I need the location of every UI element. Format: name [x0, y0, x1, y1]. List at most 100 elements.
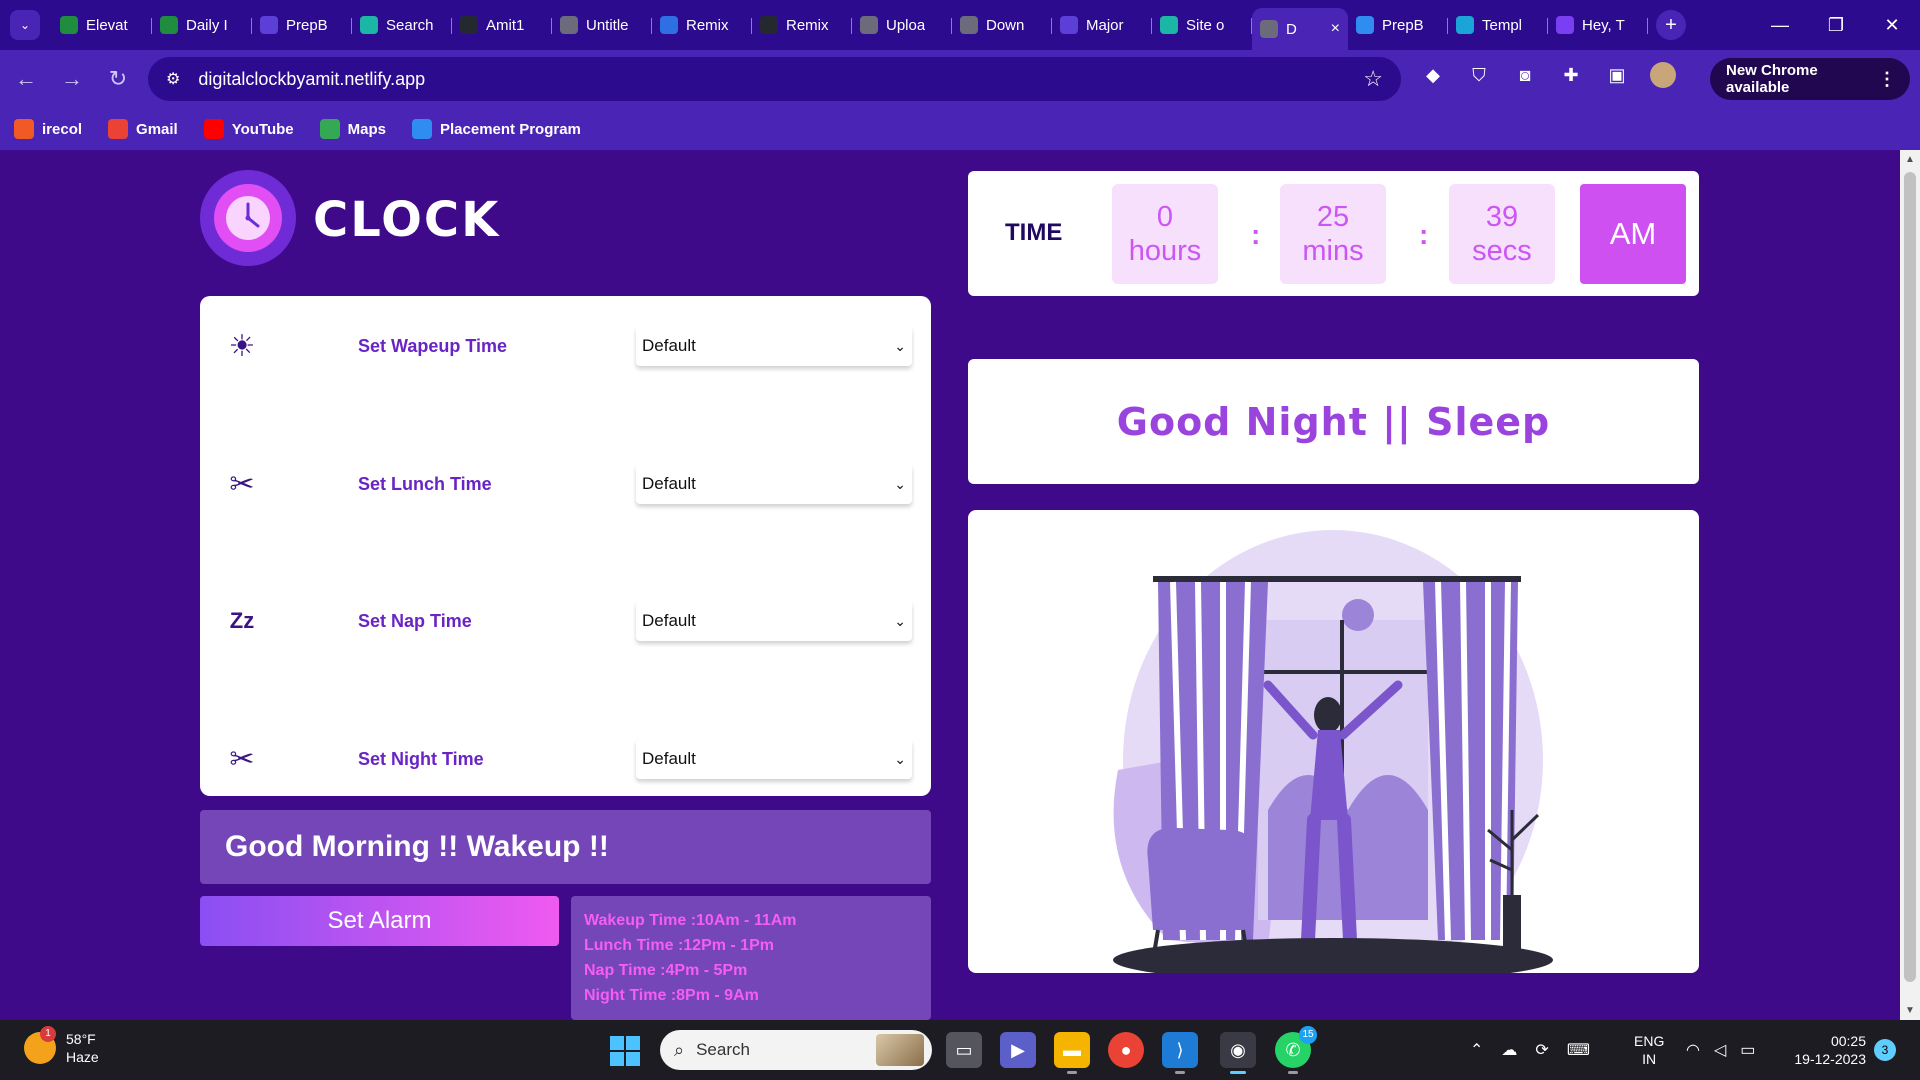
vscode-icon[interactable]: ⟩	[1162, 1032, 1198, 1074]
clock-time: 00:25	[1830, 1033, 1866, 1049]
tab[interactable]: Daily I	[152, 6, 252, 44]
hours-box: 0 hours	[1112, 184, 1218, 284]
taskbar-search[interactable]: ⌕ Search	[660, 1030, 932, 1070]
scroll-up-icon[interactable]: ▲	[1900, 154, 1920, 165]
tab[interactable]: Hey, T	[1548, 6, 1648, 44]
tab-active[interactable]: D ×	[1252, 8, 1348, 50]
scrollbar-thumb[interactable]	[1904, 172, 1916, 982]
tab[interactable]: Untitle	[552, 6, 652, 44]
windows-start-icon[interactable]	[610, 1036, 640, 1066]
wakeup-time-select[interactable]: Default ⌄	[636, 326, 912, 366]
gmail-icon	[108, 119, 129, 139]
tab-label: Hey, T	[1582, 16, 1625, 34]
close-window-button[interactable]: ✕	[1864, 0, 1920, 50]
language-indicator[interactable]: ENG IN	[1634, 1032, 1664, 1068]
time-separator: :	[1419, 219, 1429, 250]
search-label: Search	[696, 1040, 750, 1059]
bookmark-label: YouTube	[231, 120, 294, 138]
youtube-icon	[203, 119, 224, 139]
weather-widget[interactable]: 1 58°F Haze	[24, 1026, 99, 1066]
irecol-icon	[14, 119, 34, 139]
schedule-line: Night Time :8Pm - 9Am	[584, 987, 759, 1004]
chrome-update-button[interactable]: New Chrome available ⋮	[1710, 58, 1910, 100]
meet-icon[interactable]: ▶	[1000, 1032, 1036, 1068]
time-display-card: TIME 0 hours : 25 mins : 39 secs AM	[968, 171, 1699, 296]
tab-label: PrepB	[1382, 16, 1424, 34]
tab[interactable]: Remix	[752, 6, 852, 44]
tab-label: Uploa	[886, 16, 926, 34]
task-view-icon[interactable]: ▭	[946, 1032, 982, 1068]
tab[interactable]: PrepB	[1348, 6, 1448, 44]
windows-taskbar: 1 58°F Haze ⌕ Search ▭ ▶ ▬ ● ⟩ ◉ ✆ 15 ⌃ ☁…	[0, 1020, 1920, 1080]
alarm-row-night: ✂ Set Night Time Default ⌄	[200, 729, 931, 789]
tab-label: Amit1	[486, 16, 525, 34]
new-tab-button[interactable]: +	[1656, 10, 1686, 40]
cloud-icon[interactable]: ☁	[1501, 1040, 1517, 1060]
set-alarm-button[interactable]: Set Alarm	[200, 896, 559, 946]
taskbar-clock[interactable]: 00:25 19-12-2023	[1780, 1032, 1866, 1068]
puzzle-extensions-icon[interactable]: ✚	[1558, 62, 1584, 88]
bookmark-item[interactable]: irecol	[14, 119, 82, 139]
tab[interactable]: Uploa	[852, 6, 952, 44]
canva-icon	[1456, 16, 1474, 34]
tab[interactable]: Site o	[1152, 6, 1252, 44]
tab[interactable]: Amit1	[452, 6, 552, 44]
back-button[interactable]: ←	[6, 59, 46, 99]
url-text: digitalclockbyamit.netlify.app	[198, 68, 426, 89]
tab[interactable]: Remix	[652, 6, 752, 44]
alarm-label: Set Wapeup Time	[358, 335, 508, 356]
alarm-row-nap: Zz Set Nap Time Default ⌄	[200, 591, 931, 651]
side-panel-icon[interactable]: ▣	[1604, 62, 1630, 88]
weather-sun-icon: 1	[24, 1026, 56, 1064]
hours-value: 0	[1156, 201, 1174, 233]
restore-button[interactable]: ❐	[1808, 0, 1864, 50]
tab[interactable]: Down	[952, 6, 1052, 44]
tab[interactable]: Major	[1052, 6, 1152, 44]
nap-time-select[interactable]: Default ⌄	[636, 601, 912, 641]
chrome-active-icon[interactable]: ◉	[1220, 1032, 1256, 1074]
bookmark-item[interactable]: Gmail	[108, 119, 178, 139]
chrome-icon[interactable]: ●	[1108, 1032, 1144, 1068]
doc-icon	[260, 16, 278, 34]
notification-badge[interactable]: 3	[1874, 1039, 1896, 1061]
forward-button[interactable]: →	[52, 59, 92, 99]
chevron-down-icon: ⌄	[894, 337, 906, 354]
bookmark-item[interactable]: YouTube	[203, 119, 294, 139]
brand-title: CLOCK	[313, 192, 501, 248]
select-value: Default	[642, 474, 696, 493]
tab[interactable]: Elevat	[52, 6, 152, 44]
close-tab-icon[interactable]: ×	[1331, 20, 1340, 38]
page-scrollbar[interactable]: ▲ ▼	[1900, 150, 1920, 1020]
bookmark-label: Maps	[347, 120, 386, 138]
tab-search-button[interactable]: ⌄	[10, 10, 40, 40]
file-explorer-icon[interactable]: ▬	[1054, 1032, 1090, 1074]
tab[interactable]: Templ	[1448, 6, 1548, 44]
camera-extension-icon[interactable]: ◙	[1512, 62, 1538, 88]
bookmark-item[interactable]: Placement Program	[412, 119, 581, 139]
sync-icon[interactable]: ⟳	[1535, 1040, 1548, 1060]
address-bar[interactable]: ⚙ digitalclockbyamit.netlify.app ☆	[148, 57, 1401, 101]
minimize-button[interactable]: —	[1752, 0, 1808, 50]
profile-avatar[interactable]	[1650, 62, 1676, 88]
lunch-time-select[interactable]: Default ⌄	[636, 464, 912, 504]
minutes-box: 25 mins	[1280, 184, 1386, 284]
quick-settings[interactable]: ◠ ◁ ▭	[1686, 1020, 1755, 1080]
bookmark-star-icon[interactable]: ☆	[1363, 66, 1383, 92]
tab[interactable]: Search	[352, 6, 452, 44]
schedule-line: Nap Time :4Pm - 5Pm	[584, 962, 748, 979]
tab[interactable]: PrepB	[252, 6, 352, 44]
weather-temp: 58°F	[66, 1031, 96, 1047]
bookmark-item[interactable]: Maps	[319, 119, 386, 139]
color-picker-extension-icon[interactable]: ◆	[1420, 62, 1446, 88]
shield-extension-icon[interactable]: ⛉	[1466, 62, 1492, 88]
whatsapp-icon[interactable]: ✆ 15	[1275, 1026, 1317, 1074]
night-time-select[interactable]: Default ⌄	[636, 739, 912, 779]
chevron-up-icon[interactable]: ⌃	[1470, 1040, 1483, 1060]
reload-button[interactable]: ↻	[98, 59, 138, 99]
window-controls: — ❐ ✕	[1752, 0, 1920, 50]
clock-logo-icon	[200, 170, 296, 266]
keyboard-icon[interactable]: ⌨	[1567, 1040, 1590, 1060]
bookmark-label: Gmail	[136, 120, 178, 138]
site-settings-icon[interactable]: ⚙	[166, 69, 180, 89]
scroll-down-icon[interactable]: ▼	[1900, 1005, 1920, 1016]
